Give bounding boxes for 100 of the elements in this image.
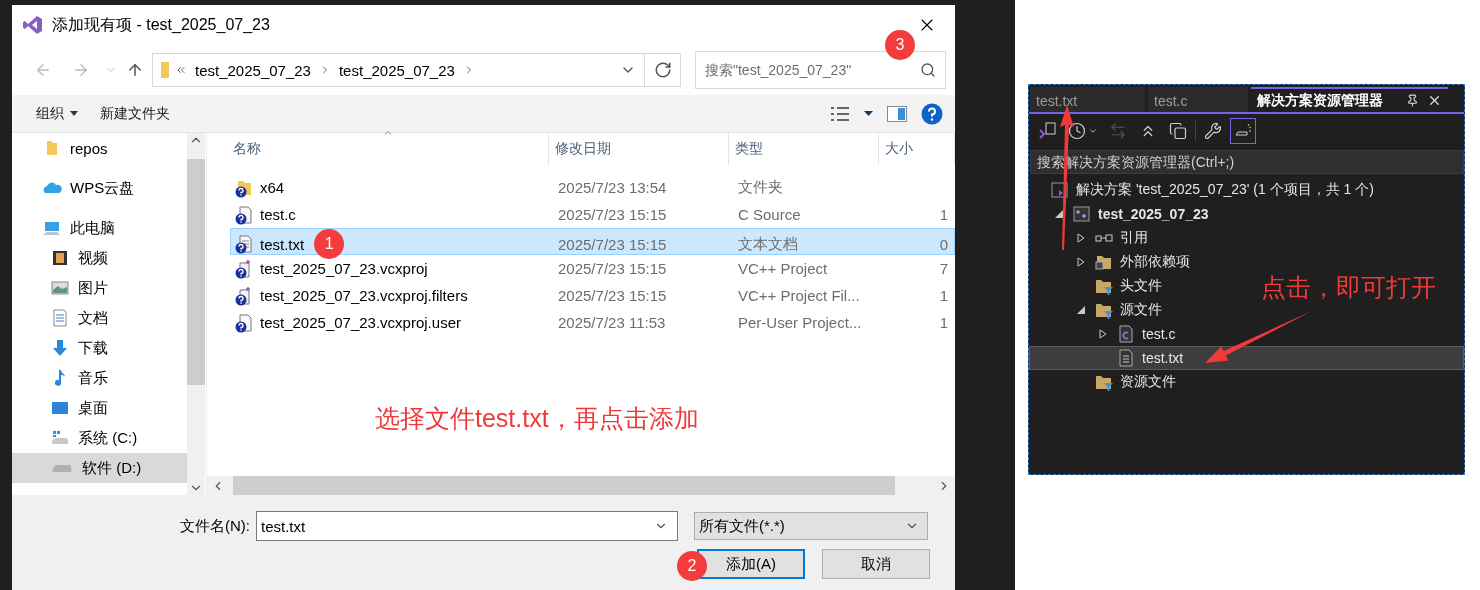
table-cell-text: 7 <box>938 260 949 277</box>
expanded-arrow-icon[interactable] <box>1076 305 1086 315</box>
window-title: 添加现有项 - test_2025_07_23 <box>52 14 271 35</box>
table-cell-text: 2025/7/23 13:54 <box>557 179 668 196</box>
table-cell-text: 2025/7/23 15:15 <box>557 235 668 253</box>
new-folder-button[interactable]: 新建文件夹 <box>96 98 174 129</box>
address-bar[interactable]: test_2025_07_23 test_2025_07_23 <box>152 53 645 87</box>
caret-icon <box>70 111 78 116</box>
table-cell-text: 2025/7/23 15:15 <box>557 287 668 304</box>
tree-item[interactable]: 解决方案 'test_2025_07_23' (1 个项目，共 1 个) <box>1029 178 1381 202</box>
step-badge: 1 <box>314 229 345 259</box>
scrollbar[interactable] <box>207 476 955 495</box>
tree-item[interactable]: test.txt <box>1029 346 1464 370</box>
document-icon <box>50 308 70 328</box>
breadcrumb[interactable]: test_2025_07_23 <box>336 61 457 79</box>
file-icon <box>234 204 254 225</box>
file-name-cell: test_2025_07_23.vcxproj <box>231 258 553 279</box>
table-cell-text: VC++ Project Fil... <box>737 287 861 304</box>
table-cell-text: 2025/7/23 15:15 <box>557 260 668 277</box>
file-row[interactable]: test.c 2025/7/23 15:15 C Source 1 <box>230 201 955 228</box>
table-cell-text: 2025/7/23 11:53 <box>557 314 667 331</box>
tree-item[interactable]: 外部依赖项 <box>1029 250 1197 274</box>
refresh-button[interactable] <box>645 53 681 87</box>
filename-field[interactable]: test.txt <box>256 511 678 541</box>
tree-item[interactable]: 源文件 <box>1029 298 1169 322</box>
column-header[interactable]: 名称 <box>227 133 549 165</box>
close-icon <box>1427 93 1442 108</box>
forward-arrow-icon <box>72 61 90 79</box>
collapsed-arrow-icon[interactable] <box>1098 329 1108 339</box>
c-file-icon <box>1116 324 1136 344</box>
folder-icon <box>161 62 169 78</box>
file-row[interactable]: x64 2025/7/23 13:54 文件夹 <box>230 174 955 201</box>
search-icon <box>920 62 936 78</box>
nav-item[interactable]: 文档 <box>12 303 187 333</box>
solution-icon <box>1050 180 1070 200</box>
nav-item[interactable]: 音乐 <box>12 363 187 393</box>
drive-icon <box>52 464 72 472</box>
refresh-icon <box>653 61 672 79</box>
overflow-icon <box>175 64 187 76</box>
picture-icon <box>50 278 70 298</box>
file-row[interactable]: test_2025_07_23.vcxproj.user 2025/7/23 11:53 Per-User Project... 1 <box>230 309 955 336</box>
step-badge: 2 <box>677 551 707 581</box>
column-header[interactable]: 修改日期 <box>549 133 729 165</box>
annotation-text: 选择文件test.txt，再点击添加 <box>375 403 700 434</box>
tree-item[interactable]: test.c <box>1029 322 1183 346</box>
help-icon[interactable] <box>921 102 943 125</box>
file-name-cell: test_2025_07_23.vcxproj.filters <box>231 285 553 306</box>
table-cell-text: 1 <box>938 287 949 304</box>
project-icon <box>1072 204 1092 224</box>
scrollbar[interactable] <box>187 133 205 495</box>
table-cell-text: VC++ Project <box>737 260 829 277</box>
table-cell-text: 1 <box>938 206 949 223</box>
step-badge: 3 <box>885 30 915 60</box>
caret-icon <box>1088 126 1098 136</box>
file-icon <box>234 312 254 333</box>
tree-item[interactable]: 头文件 <box>1029 274 1169 298</box>
nav-item[interactable]: 图片 <box>12 273 187 303</box>
copy-icon <box>1169 122 1187 140</box>
wrench-icon <box>1204 122 1222 140</box>
add-button[interactable]: 添加(A) <box>697 549 805 579</box>
nav-item[interactable]: 下载 <box>12 333 187 363</box>
file-name-cell: x64 <box>231 177 553 198</box>
table-cell-text: C Source <box>737 206 802 223</box>
breadcrumb[interactable]: test_2025_07_23 <box>193 61 313 79</box>
tree-item[interactable]: 资源文件 <box>1029 370 1183 394</box>
file-type-dropdown[interactable]: 所有文件(*.*) <box>694 512 928 540</box>
table-cell-text: 文件夹 <box>737 178 784 197</box>
table-cell-text: 文本文档 <box>737 234 799 254</box>
tab[interactable]: test.txt <box>1030 87 1145 112</box>
column-header[interactable]: 大小 <box>879 133 955 165</box>
pin-icon <box>1406 94 1419 107</box>
table-cell-text: Per-User Project... <box>737 314 863 331</box>
tree-item[interactable]: 引用 <box>1029 226 1155 250</box>
nav-item[interactable]: repos <box>12 133 187 163</box>
tree-item[interactable]: test_2025_07_23 <box>1029 202 1216 226</box>
nav-item[interactable]: 软件 (D:) <box>12 453 187 483</box>
nav-item[interactable]: 系统 (C:) <box>12 423 187 453</box>
nav-item[interactable]: 此电脑 <box>12 213 187 243</box>
file-row[interactable]: test_2025_07_23.vcxproj.filters 2025/7/23 15:15 VC++ Project Fil... 1 <box>230 282 955 309</box>
switch-views-icon <box>1038 121 1058 141</box>
swap-arrows-icon <box>1109 122 1127 140</box>
caret-icon[interactable] <box>864 111 873 116</box>
clock-icon <box>1068 122 1086 140</box>
film-icon <box>50 248 70 268</box>
collapsed-arrow-icon[interactable] <box>1076 233 1086 243</box>
nav-item[interactable]: 视频 <box>12 243 187 273</box>
preview-pane-icon[interactable] <box>887 105 907 122</box>
view-options-icon[interactable] <box>830 106 850 121</box>
organize-menu[interactable]: 组织 <box>32 98 82 129</box>
tab[interactable]: test.c <box>1148 87 1248 112</box>
nav-item[interactable]: WPS云盘 <box>12 173 187 203</box>
column-header[interactable]: 类型 <box>729 133 879 165</box>
nav-item[interactable]: 桌面 <box>12 393 187 423</box>
text-file-icon <box>1116 348 1136 368</box>
annotation-text: 点击，即可打开 <box>1261 272 1436 303</box>
collapsed-arrow-icon[interactable] <box>1076 257 1086 267</box>
download-icon <box>50 338 70 358</box>
app-logo-icon <box>22 14 44 36</box>
cancel-button[interactable]: 取消 <box>822 549 930 579</box>
expanded-arrow-icon[interactable] <box>1054 209 1064 219</box>
